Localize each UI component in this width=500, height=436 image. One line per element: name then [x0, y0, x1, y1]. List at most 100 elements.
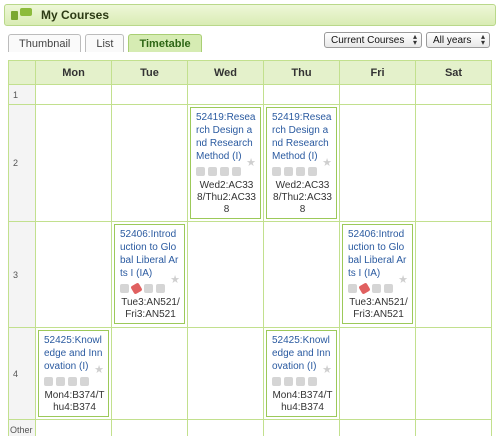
- report-icon[interactable]: [220, 166, 229, 176]
- edit-icon[interactable]: [208, 166, 217, 176]
- edit-icon[interactable]: [284, 166, 293, 176]
- report-icon[interactable]: [296, 376, 305, 386]
- select-arrows-icon: ▴ ▾: [480, 32, 485, 47]
- timetable-cell: [187, 327, 264, 420]
- select-arrows-icon: ▴ ▾: [412, 32, 417, 47]
- course-card: 52406:Introduction to Global Liberal Art…: [114, 224, 185, 324]
- tab-thumbnail[interactable]: Thumbnail: [8, 34, 82, 52]
- timetable-cell: 52406:Introduction to Global Liberal Art…: [339, 221, 416, 328]
- comment-icon[interactable]: [308, 376, 317, 386]
- comment-icon[interactable]: [384, 283, 393, 293]
- course-tools: [272, 375, 333, 387]
- timetable-cell: [35, 221, 112, 328]
- timetable-cell: [263, 221, 340, 328]
- course-filter-value: Current Courses: [331, 34, 405, 46]
- announcement-icon[interactable]: [348, 283, 357, 293]
- edit-icon[interactable]: [56, 376, 65, 386]
- year-filter-value: All years: [433, 34, 472, 46]
- comment-icon[interactable]: [308, 166, 317, 176]
- timetable-cell: [415, 221, 492, 328]
- timetable-cell: [263, 84, 340, 105]
- timetable-cell: [111, 327, 188, 420]
- timetable-cell: 52425:Knowledge and Innovation (I) ★ Mon…: [263, 327, 340, 420]
- comment-icon[interactable]: [80, 376, 89, 386]
- edit-icon[interactable]: [284, 376, 293, 386]
- timetable-cell: 52419:Research Design and Research Metho…: [263, 104, 340, 222]
- page-title: My Courses: [41, 8, 110, 22]
- course-room: Tue3:AN521/Fri3:AN521: [121, 297, 180, 320]
- timetable-cell: [339, 104, 416, 222]
- timetable-cell: [415, 104, 492, 222]
- course-room: Wed2:AC338/Thu2:AC338: [273, 180, 332, 215]
- period-label-4: 4: [8, 327, 36, 420]
- announcement-icon[interactable]: [44, 376, 53, 386]
- day-header-sat: Sat: [415, 60, 492, 85]
- announcement-icon[interactable]: [120, 283, 129, 293]
- announcement-icon[interactable]: [196, 166, 205, 176]
- day-header-wed: Wed: [187, 60, 264, 85]
- period-label-1: 1: [8, 84, 36, 105]
- timetable-cell: [35, 419, 112, 436]
- course-room: Mon4:B374/Thu4:B374: [272, 390, 333, 413]
- tab-list[interactable]: List: [85, 34, 125, 52]
- course-room: Wed2:AC338/Thu2:AC338: [197, 180, 256, 215]
- timetable-cell: [339, 327, 416, 420]
- edit-alert-icon[interactable]: [130, 281, 143, 295]
- timetable-cell: [263, 419, 340, 436]
- course-card: 52406:Introduction to Global Liberal Art…: [342, 224, 413, 324]
- course-card: 52419:Research Design and Research Metho…: [190, 107, 261, 219]
- favorite-star-icon[interactable]: ★: [322, 363, 332, 376]
- announcement-icon[interactable]: [272, 376, 281, 386]
- timetable-cell: [187, 84, 264, 105]
- timetable-cell: [415, 84, 492, 105]
- timetable-cell: [339, 84, 416, 105]
- course-card: 52425:Knowledge and Innovation (I) ★ Mon…: [266, 330, 337, 417]
- timetable-cell: [339, 419, 416, 436]
- page-header: My Courses: [4, 4, 496, 26]
- timetable-cell: [35, 104, 112, 222]
- favorite-star-icon[interactable]: ★: [398, 273, 408, 286]
- timetable-cell: [415, 419, 492, 436]
- course-tools: [44, 375, 105, 387]
- report-icon[interactable]: [372, 283, 381, 293]
- period-label-3: 3: [8, 221, 36, 328]
- course-card: 52419:Research Design and Research Metho…: [266, 107, 337, 219]
- period-label-other: Other: [8, 419, 36, 436]
- comment-icon[interactable]: [232, 166, 241, 176]
- favorite-star-icon[interactable]: ★: [170, 273, 180, 286]
- courses-logo-icon: [11, 8, 33, 22]
- tab-timetable[interactable]: Timetable: [128, 34, 202, 52]
- timetable-cell: [111, 84, 188, 105]
- timetable: Mon Tue Wed Thu Fri Sat 1 2 52419:Resear…: [8, 60, 492, 436]
- report-icon[interactable]: [296, 166, 305, 176]
- report-icon[interactable]: [68, 376, 77, 386]
- timetable-cell: [187, 221, 264, 328]
- timetable-cell: 52406:Introduction to Global Liberal Art…: [111, 221, 188, 328]
- timetable-cell: [111, 419, 188, 436]
- day-header-tue: Tue: [111, 60, 188, 85]
- announcement-icon[interactable]: [272, 166, 281, 176]
- comment-icon[interactable]: [156, 283, 165, 293]
- view-tabs: Thumbnail List Timetable: [8, 34, 202, 52]
- timetable-cell: 52425:Knowledge and Innovation (I) ★ Mon…: [35, 327, 112, 420]
- year-filter-select[interactable]: All years ▴ ▾: [426, 32, 490, 48]
- timetable-corner: [8, 60, 36, 85]
- day-header-mon: Mon: [35, 60, 112, 85]
- course-card: 52425:Knowledge and Innovation (I) ★ Mon…: [38, 330, 109, 417]
- timetable-cell: [111, 104, 188, 222]
- course-room: Tue3:AN521/Fri3:AN521: [349, 297, 408, 320]
- day-header-thu: Thu: [263, 60, 340, 85]
- report-icon[interactable]: [144, 283, 153, 293]
- day-header-fri: Fri: [339, 60, 416, 85]
- favorite-star-icon[interactable]: ★: [322, 156, 332, 169]
- edit-alert-icon[interactable]: [358, 281, 371, 295]
- favorite-star-icon[interactable]: ★: [246, 156, 256, 169]
- timetable-cell: [187, 419, 264, 436]
- timetable-cell: 52419:Research Design and Research Metho…: [187, 104, 264, 222]
- course-filter-select[interactable]: Current Courses ▴ ▾: [324, 32, 422, 48]
- favorite-star-icon[interactable]: ★: [94, 363, 104, 376]
- timetable-cell: [35, 84, 112, 105]
- period-label-2: 2: [8, 104, 36, 222]
- course-room: Mon4:B374/Thu4:B374: [44, 390, 105, 413]
- timetable-cell: [415, 327, 492, 420]
